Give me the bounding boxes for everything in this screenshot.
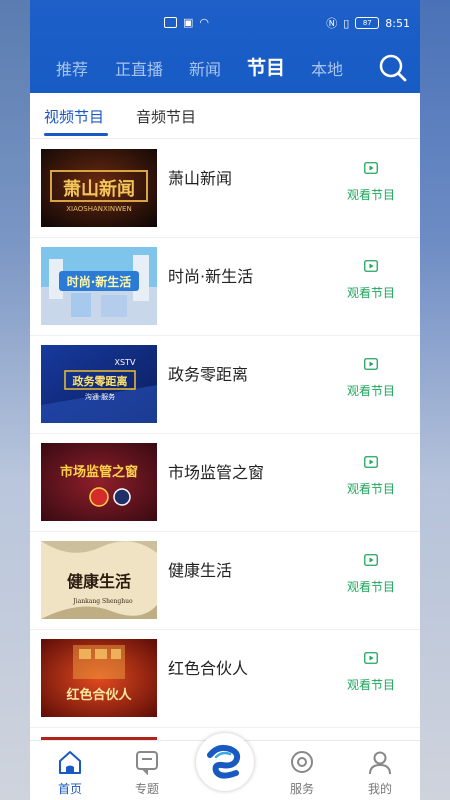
program-thumbnail: 萧山新闻 XIAOSHANXINWEN <box>41 149 157 227</box>
nav-topics[interactable]: 专题 <box>117 749 177 797</box>
tab-live[interactable]: 正直播 <box>115 56 163 80</box>
watch-label: 观看节目 <box>346 384 395 398</box>
nav-profile[interactable]: 我的 <box>350 749 410 797</box>
watch-label: 观看节目 <box>346 188 395 202</box>
service-icon <box>291 751 313 773</box>
tab-recommend[interactable]: 推荐 <box>56 56 88 80</box>
program-title: 政务零距离 <box>168 365 249 384</box>
nav-services[interactable]: 服务 <box>272 749 332 797</box>
status-right: Ⓝ ▯ 87 8:51 <box>326 15 410 31</box>
program-thumbnail: 健康生活 Jiankang Shenghuo <box>41 541 157 619</box>
home-icon <box>59 751 81 774</box>
logo-icon <box>201 738 249 786</box>
thumb-title: 政务零距离 <box>73 374 128 388</box>
list-item[interactable]: 萧山新闻 XIAOSHANXINWEN 萧山新闻 观看节目 <box>30 139 420 238</box>
watch-program-button[interactable]: 观看节目 <box>341 551 401 595</box>
program-title: 红色合伙人 <box>168 659 249 678</box>
header: ▣ ◠ Ⓝ ▯ 87 8:51 推荐 正直播 新闻 节目 本地 <box>30 0 420 93</box>
watch-label: 观看节目 <box>346 678 395 692</box>
list-item[interactable]: 时尚·新生活 时尚·新生活 观看节目 <box>30 237 420 336</box>
search-icon[interactable] <box>378 53 408 83</box>
thumb-subtitle: 沟通·服务 <box>85 392 115 401</box>
list-item[interactable]: XSTV 政务零距离 沟通·服务 政务零距离 观看节目 <box>30 335 420 434</box>
watch-program-button[interactable]: 观看节目 <box>341 159 401 203</box>
app-screen: ▣ ◠ Ⓝ ▯ 87 8:51 推荐 正直播 新闻 节目 本地 视频节目 音频节… <box>30 0 420 800</box>
play-icon <box>364 554 378 566</box>
list-item[interactable]: 红色合伙人 红色合伙人 观看节目 <box>30 629 420 728</box>
battery-icon: 87 <box>355 17 380 29</box>
thumb-badge: XSTV <box>115 358 136 367</box>
status-time: 8:51 <box>385 16 410 30</box>
thumb-title: 萧山新闻 <box>63 178 135 200</box>
status-left: ▣ ◠ <box>164 16 209 29</box>
thumb-title: 红色合伙人 <box>66 687 132 703</box>
thumb-subtitle: XIAOSHANXINWEN <box>66 205 131 213</box>
program-thumbnail: 红色合伙人 <box>41 639 157 717</box>
play-icon <box>364 456 378 468</box>
play-icon <box>364 652 378 664</box>
program-thumbnail: XSTV 政务零距离 沟通·服务 <box>41 345 157 423</box>
background-right <box>420 0 450 800</box>
watch-label: 观看节目 <box>346 580 395 594</box>
topic-icon <box>136 751 158 776</box>
app-logo-button[interactable] <box>196 733 254 791</box>
thumb-subtitle: Jiankang Shenghuo <box>72 598 133 605</box>
nav-home[interactable]: 首页 <box>40 749 100 797</box>
status-bar: ▣ ◠ Ⓝ ▯ 87 8:51 <box>30 0 420 42</box>
watch-label: 观看节目 <box>346 286 395 300</box>
thumb-title: 市场监管之窗 <box>60 464 138 480</box>
tab-programs[interactable]: 节目 <box>247 53 285 80</box>
watch-program-button[interactable]: 观看节目 <box>341 355 401 399</box>
program-title: 萧山新闻 <box>168 169 233 188</box>
nav-profile-label: 我的 <box>367 782 392 796</box>
nfc-icon: ▣ <box>183 16 194 29</box>
subtab-indicator <box>44 133 108 136</box>
sub-tabs: 视频节目 音频节目 <box>30 93 420 139</box>
background-left <box>0 0 30 800</box>
list-item[interactable]: 健康生活 Jiankang Shenghuo 健康生活 观看节目 <box>30 531 420 630</box>
program-thumbnail: 时尚·新生活 <box>41 247 157 325</box>
watch-label: 观看节目 <box>346 482 395 496</box>
program-title: 时尚·新生活 <box>168 267 254 286</box>
thumb-title: 时尚·新生活 <box>67 274 132 289</box>
user-icon <box>369 751 391 775</box>
play-icon <box>364 358 378 370</box>
subtab-audio[interactable]: 音频节目 <box>136 106 196 127</box>
wifi-icon: ◠ <box>199 16 210 29</box>
tab-local[interactable]: 本地 <box>311 56 343 80</box>
play-icon <box>364 260 378 272</box>
program-title: 市场监管之窗 <box>168 463 265 482</box>
play-icon <box>364 162 378 174</box>
watch-program-button[interactable]: 观看节目 <box>341 453 401 497</box>
nav-services-label: 服务 <box>289 782 314 796</box>
tab-news[interactable]: 新闻 <box>189 56 221 80</box>
list-item[interactable]: 市场监管之窗 市场监管之窗 观看节目 <box>30 433 420 532</box>
nfc-icon: Ⓝ <box>326 17 338 30</box>
nav-home-label: 首页 <box>57 782 82 796</box>
thumb-title: 健康生活 <box>67 572 131 591</box>
watch-program-button[interactable]: 观看节目 <box>341 257 401 301</box>
nav-topics-label: 专题 <box>134 782 159 796</box>
sim-icon <box>164 17 177 28</box>
top-tabs: 推荐 正直播 新闻 节目 本地 <box>30 50 420 86</box>
subtab-video[interactable]: 视频节目 <box>44 106 104 127</box>
program-thumbnail: 市场监管之窗 <box>41 443 157 521</box>
program-title: 健康生活 <box>168 561 233 580</box>
watch-program-button[interactable]: 观看节目 <box>341 649 401 693</box>
vibrate-icon: ▯ <box>343 16 350 30</box>
